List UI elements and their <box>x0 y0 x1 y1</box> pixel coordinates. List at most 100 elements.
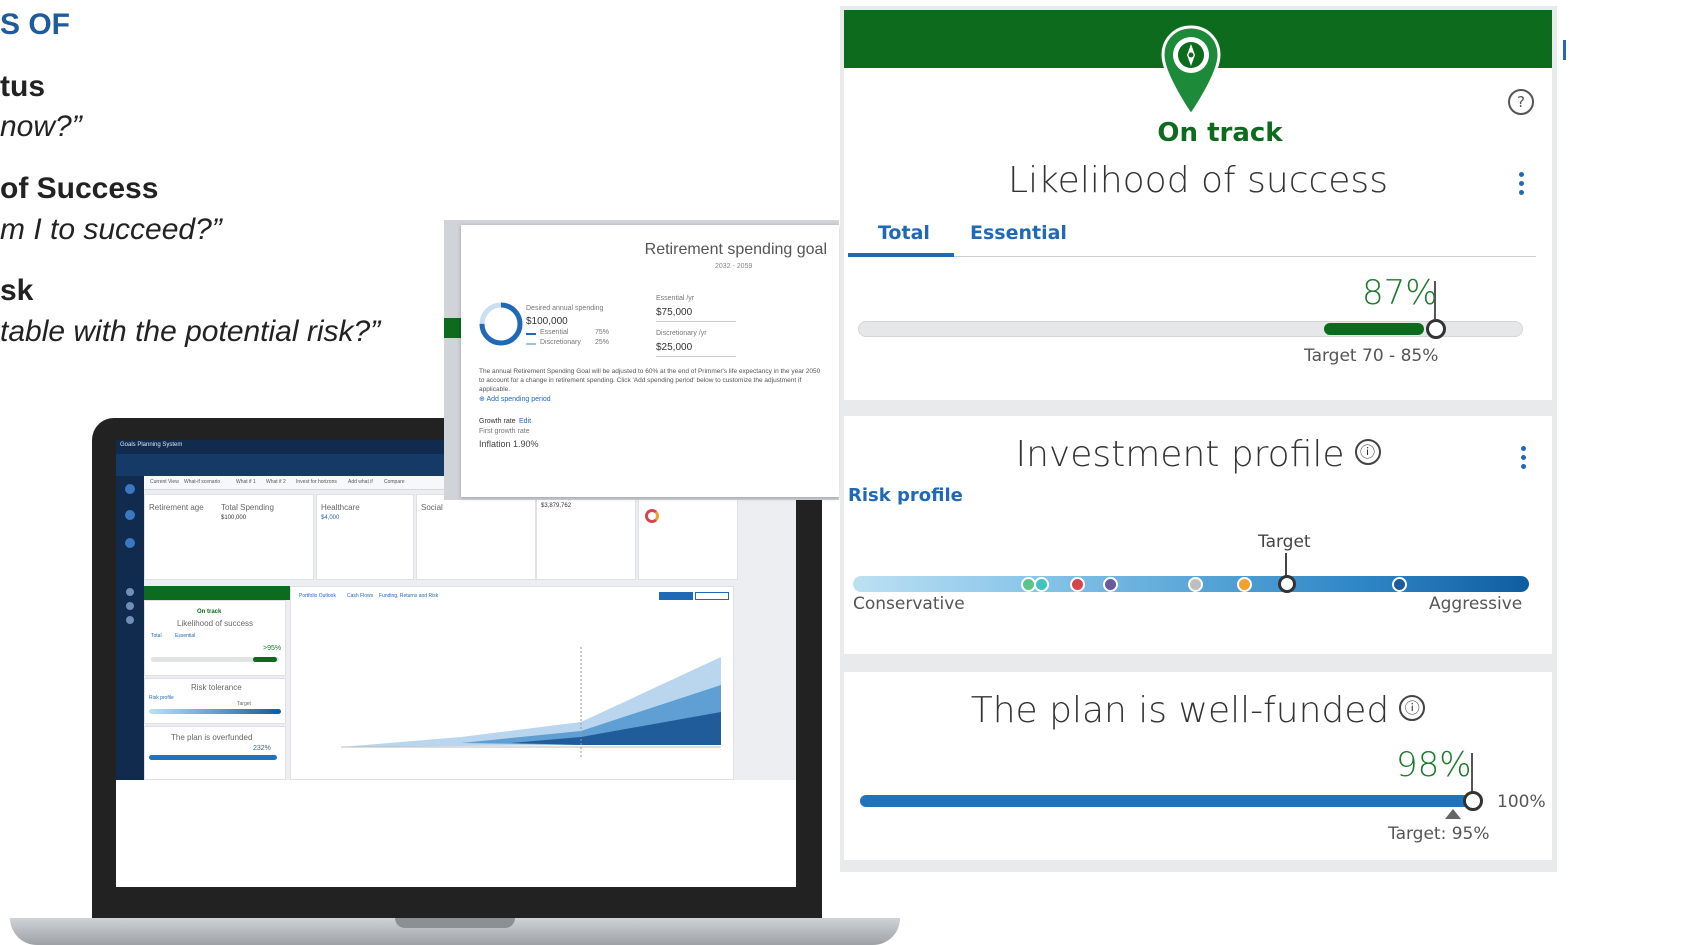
popup-years: 2032 - 2059 <box>715 263 753 270</box>
mini-tab-total[interactable]: Total <box>151 633 162 639</box>
mini-likelihood-title: Likelihood of success <box>177 619 254 628</box>
mini-card-portfolio[interactable]: $3,879,762 <box>536 494 636 580</box>
funded-track <box>860 795 1472 807</box>
discretionary-yr-input[interactable]: $25,000 <box>656 342 692 353</box>
mini-healthcare-value: $4,000 <box>321 515 340 521</box>
help-icon[interactable]: ? <box>1508 89 1534 115</box>
mini-overfunded: The plan is overfunded <box>171 733 253 742</box>
mini-likelihood-pct: >95% <box>263 645 282 652</box>
investment-title: Investment profile ⓘ <box>844 434 1552 475</box>
item-question-status: now?” <box>0 110 82 143</box>
funded-knob[interactable] <box>1463 791 1483 811</box>
discretionary-legend-swatch <box>526 343 536 345</box>
likelihood-target: Target 70 - 85% <box>1304 346 1439 366</box>
mini-risk-bar <box>149 709 281 714</box>
essential-yr-input[interactable]: $75,000 <box>656 307 692 318</box>
discretionary-yr-underline <box>656 356 736 357</box>
add-spending-period-label: Add spending period <box>486 396 551 403</box>
mini-card-risk[interactable] <box>638 494 738 580</box>
essential-legend-swatch <box>526 333 536 335</box>
risk-dot[interactable] <box>1103 577 1118 592</box>
risk-profile-label: Risk profile <box>848 485 963 506</box>
mini-total-spending-value: $100,000 <box>221 515 247 521</box>
growth-rate-edit[interactable]: Edit <box>519 418 531 425</box>
item-title-success: of Success <box>0 172 159 205</box>
likelihood-fill <box>1324 323 1424 335</box>
mini-app-title: Goals Planning System <box>120 442 183 448</box>
mini-funded-bar <box>149 755 277 760</box>
investment-menu-icon[interactable] <box>1521 446 1527 473</box>
mini-tab[interactable]: What-if scenario <box>184 479 220 485</box>
mini-card-social[interactable]: Social <box>416 494 536 580</box>
mini-card-healthcare[interactable]: Healthcare $4,000 <box>316 494 414 580</box>
mini-future-value-button[interactable] <box>695 592 729 600</box>
funded-max: 100% <box>1497 792 1546 812</box>
mini-tab[interactable]: Invest for horizons <box>296 479 337 485</box>
investment-title-text: Investment profile <box>1015 434 1345 475</box>
mini-sidebar-icon[interactable] <box>126 588 134 596</box>
funded-title-text: The plan is well-funded <box>970 690 1390 731</box>
mini-chart-tab[interactable]: Funding, Returns and Risk <box>379 593 438 599</box>
mini-risk-target: Target <box>237 701 251 707</box>
mini-likelihood-fill <box>253 657 277 662</box>
risk-dot[interactable] <box>1237 577 1252 592</box>
status-label: On track <box>1157 118 1283 148</box>
mini-tab-essential[interactable]: Essential <box>175 633 195 639</box>
edge-marker <box>1563 40 1566 60</box>
conservative-label: Conservative <box>853 594 965 614</box>
mini-risk-icon <box>645 509 659 523</box>
likelihood-value: 87% <box>1362 273 1438 313</box>
funded-target: Target: 95% <box>1388 824 1490 844</box>
risk-target-label: Target <box>1258 532 1311 552</box>
funded-target-marker <box>1445 809 1461 819</box>
info-icon[interactable]: ⓘ <box>1354 439 1381 465</box>
mini-total-spending: Total Spending <box>221 503 274 512</box>
mini-sidebar-icon[interactable] <box>125 538 135 548</box>
add-spending-period-link[interactable]: ⊕ Add spending period <box>479 395 551 403</box>
mini-risk-profile: Risk profile <box>149 695 174 701</box>
essential-legend: Essential <box>540 329 569 336</box>
discretionary-pct: 25% <box>595 339 610 346</box>
mini-retirement-age: Retirement age <box>149 503 204 512</box>
mini-sidebar-icon[interactable] <box>126 616 134 624</box>
essential-yr-underline <box>656 321 736 322</box>
risk-dot[interactable] <box>1392 577 1407 592</box>
retirement-spending-popup: Retirement spending goal 2032 - 2059 Des… <box>461 225 839 497</box>
item-title-risk: sk <box>0 274 34 307</box>
mini-tab[interactable]: What if 1 <box>236 479 256 485</box>
mini-on-track: On track <box>197 609 222 615</box>
mini-chart-tab[interactable]: Portfolio Outlook <box>299 593 336 599</box>
discretionary-yr-label: Discretionary /yr <box>656 330 707 337</box>
likelihood-knob[interactable] <box>1426 319 1446 339</box>
risk-dot[interactable] <box>1034 577 1049 592</box>
mini-chart-card: Portfolio Outlook Cash Flows Funding, Re… <box>290 586 734 780</box>
compass-pin-icon <box>1161 25 1221 117</box>
spending-note: The annual Retirement Spending Goal will… <box>479 368 821 393</box>
item-title-status: tus <box>0 70 45 103</box>
risk-dot[interactable] <box>1188 577 1203 592</box>
mini-tab[interactable]: Add what if <box>348 479 373 485</box>
mini-sidebar-icon[interactable] <box>125 484 135 494</box>
mini-tab[interactable]: Current View <box>150 479 179 485</box>
mini-status-header <box>144 586 298 600</box>
mini-present-value-button[interactable] <box>659 592 693 600</box>
mini-portfolio-value: $3,879,762 <box>541 503 572 509</box>
funded-title: The plan is well-funded ⓘ <box>844 690 1552 731</box>
tab-essential[interactable]: Essential <box>970 222 1067 244</box>
mini-tab[interactable]: What if 2 <box>266 479 286 485</box>
mini-likelihood-card: On track Likelihood of success Total Ess… <box>144 600 286 676</box>
risk-target-knob[interactable] <box>1278 575 1296 593</box>
likelihood-menu-icon[interactable] <box>1519 172 1525 199</box>
info-icon[interactable]: ⓘ <box>1399 695 1426 721</box>
mini-sidebar-icon[interactable] <box>125 510 135 520</box>
mini-sidebar-icon[interactable] <box>126 602 134 610</box>
risk-dot[interactable] <box>1070 577 1085 592</box>
inflation-rate: Inflation 1.90% <box>479 439 539 449</box>
essential-yr-label: Essential /yr <box>656 295 695 302</box>
mini-tab[interactable]: Compare <box>384 479 405 485</box>
mini-chart-tab[interactable]: Cash Flows <box>347 593 373 599</box>
tab-total[interactable]: Total <box>878 222 930 244</box>
desired-spending-label: Desired annual spending <box>526 305 604 312</box>
mini-healthcare: Healthcare <box>321 503 360 512</box>
mini-card-retirement[interactable]: Retirement age Total Spending $100,000 <box>144 494 314 580</box>
